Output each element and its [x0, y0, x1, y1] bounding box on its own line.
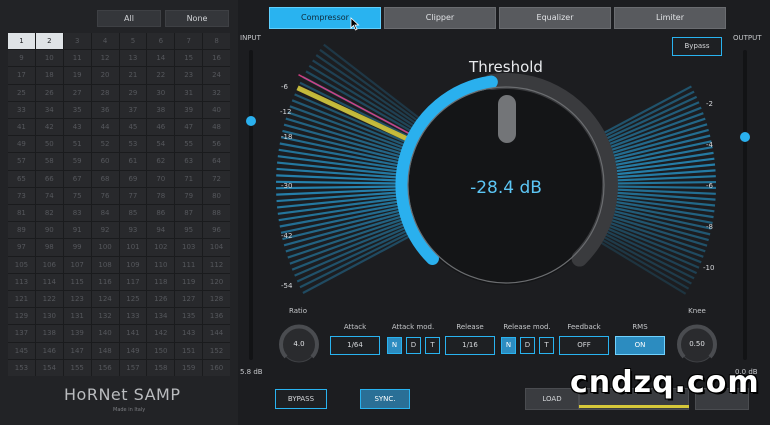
attack-field[interactable]: 1/64 — [330, 336, 380, 355]
sync-button[interactable]: SYNC. — [360, 389, 410, 409]
threshold-value: -28.4 dB — [470, 178, 542, 198]
gr-scale-tick: -8 — [706, 223, 713, 231]
input-scale-tick: -54 — [281, 282, 293, 290]
attack-mod-option-t[interactable]: T — [425, 337, 440, 354]
input-level-ray — [291, 99, 414, 150]
threshold-title: Threshold — [468, 58, 543, 76]
input-scale-tick: -6 — [281, 83, 288, 91]
gr-scale-tick: -6 — [706, 182, 713, 190]
input-level-ray — [276, 180, 407, 185]
release-mod-option-t[interactable]: T — [539, 337, 554, 354]
knee-label: Knee — [688, 307, 706, 315]
input-scale-tick: -12 — [280, 108, 292, 116]
input-level-ray — [291, 220, 414, 271]
input-level-ray — [276, 185, 407, 190]
release-mod-label: Release mod. — [503, 323, 551, 331]
input-scale-tick: -30 — [281, 182, 293, 190]
preset-indicator — [579, 405, 689, 408]
input-scale-tick: -18 — [281, 133, 293, 141]
input-scale-tick: -42 — [281, 232, 293, 240]
attack-label: Attack — [343, 323, 367, 331]
release-mod-option-n[interactable]: N — [501, 337, 516, 354]
threshold-pointer[interactable] — [498, 95, 516, 143]
attack-mod-option-d[interactable]: D — [406, 337, 421, 354]
attack-mod-label: Attack mod. — [391, 323, 435, 331]
ratio-value: 4.0 — [293, 340, 305, 348]
gr-scale-tick: -10 — [703, 264, 715, 272]
gain-reduction-ray — [605, 180, 716, 185]
rms-toggle[interactable]: ON — [615, 336, 665, 355]
compressor-visualizer: Threshold -28.4 dB — [276, 43, 716, 295]
ratio-label: Ratio — [289, 307, 307, 315]
gain-reduction-ray — [605, 185, 716, 190]
gr-scale-tick: -4 — [706, 141, 713, 149]
watermark: cndzq.com — [570, 365, 760, 400]
release-label: Release — [456, 323, 484, 331]
attack-mod-option-n[interactable]: N — [387, 337, 402, 354]
release-mod-option-d[interactable]: D — [520, 337, 535, 354]
mouse-cursor-icon — [350, 17, 360, 31]
bypass-button[interactable]: BYPASS — [275, 389, 327, 409]
knee-value: 0.50 — [689, 340, 705, 348]
feedback-label: Feedback — [567, 323, 601, 331]
rms-label: RMS — [632, 323, 648, 331]
feedback-toggle[interactable]: OFF — [559, 336, 609, 355]
release-field[interactable]: 1/16 — [445, 336, 495, 355]
gr-scale-tick: -2 — [706, 100, 713, 108]
